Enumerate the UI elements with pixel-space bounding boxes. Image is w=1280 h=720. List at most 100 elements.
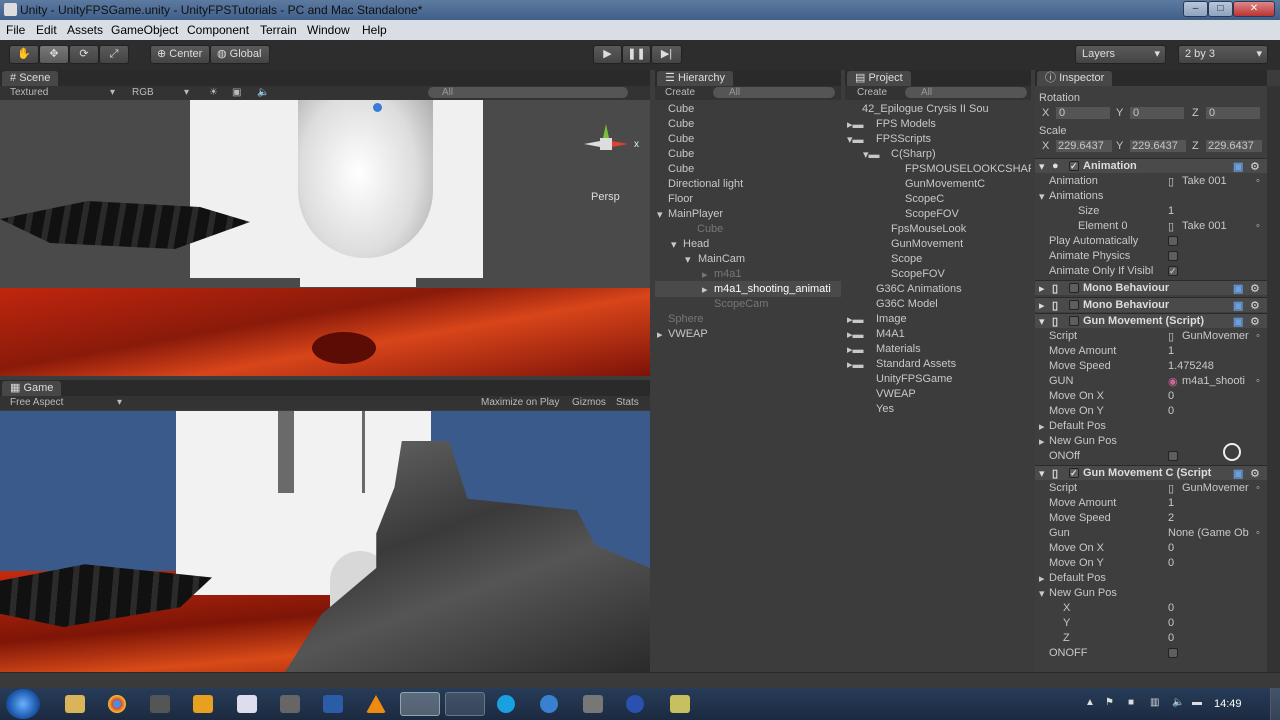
new-gun-pos-z-field[interactable]: 0 (1168, 632, 1174, 644)
list-item[interactable]: C(Sharp) (891, 148, 936, 160)
unity-icon[interactable] (400, 692, 440, 716)
animate-visible-checkbox[interactable]: ✓ (1168, 266, 1178, 276)
rotate-tool-button[interactable]: ⟳ (69, 45, 99, 64)
list-item[interactable]: FPSScripts (876, 133, 931, 145)
list-item[interactable]: G36C Model (876, 298, 938, 310)
menu-component[interactable]: Component (187, 23, 249, 37)
stats-toggle[interactable]: Stats (616, 397, 639, 408)
tab-project[interactable]: ▤ Project (847, 71, 911, 86)
explorer-icon[interactable] (65, 695, 85, 713)
move-on-y-field[interactable]: 0 (1168, 405, 1174, 417)
pivot-center-toggle[interactable]: ⊕ Center (150, 45, 210, 64)
close-button[interactable]: ✕ (1233, 1, 1275, 17)
start-button[interactable] (6, 689, 40, 719)
maximize-button[interactable]: □ (1208, 1, 1233, 17)
list-item[interactable]: 42_Epilogue Crysis II Sou (862, 103, 989, 115)
list-item[interactable]: GunMovement (891, 238, 963, 250)
notepad-icon[interactable] (237, 695, 257, 713)
list-item[interactable]: m4a1_shooting_animati (714, 283, 831, 295)
list-item[interactable]: Materials (876, 343, 921, 355)
scene-gizmo[interactable]: x (578, 120, 639, 180)
move-on-x-field[interactable]: 0 (1168, 390, 1174, 402)
gear-icon[interactable]: ⚙ (1250, 160, 1260, 173)
list-item[interactable]: Cube (668, 148, 694, 160)
menu-gameobject[interactable]: GameObject (111, 23, 178, 37)
tray-battery-icon[interactable]: ▬ (1192, 697, 1202, 708)
list-item[interactable]: Directional light (668, 178, 743, 190)
clock[interactable]: 14:49 (1214, 698, 1242, 710)
list-item[interactable]: Floor (668, 193, 693, 205)
list-item[interactable]: Head (683, 238, 709, 250)
photoshop-icon[interactable] (323, 695, 343, 713)
list-item[interactable]: Image (876, 313, 907, 325)
list-item[interactable]: MainPlayer (668, 208, 723, 220)
inspector-scrollbar[interactable] (1267, 86, 1280, 672)
tab-hierarchy[interactable]: ☰ Hierarchy (657, 71, 734, 86)
anim-field[interactable]: Take 001 (1182, 175, 1227, 187)
tray-up-arrow-icon[interactable]: ▲ (1085, 697, 1095, 708)
minimize-button[interactable]: – (1183, 1, 1208, 17)
render-mode-dropdown[interactable]: Textured (10, 87, 48, 98)
menu-terrain[interactable]: Terrain (260, 23, 297, 37)
gear-icon[interactable]: ⚙ (1250, 315, 1260, 328)
animate-physics-checkbox[interactable] (1168, 251, 1178, 261)
element0-field[interactable]: Take 001 (1182, 220, 1227, 232)
step-button[interactable]: ▶| (651, 45, 682, 64)
color-mode-dropdown[interactable]: RGB (132, 87, 154, 98)
layout-dropdown[interactable]: 2 by 3 ▾ (1178, 45, 1268, 64)
game-viewport[interactable] (0, 411, 650, 672)
mono-enabled-checkbox[interactable] (1069, 300, 1079, 310)
list-item[interactable]: Cube (668, 118, 694, 130)
vlc-icon[interactable] (366, 695, 386, 713)
object-picker-icon[interactable]: ◦ (1256, 330, 1260, 342)
rotation-x-field[interactable]: 0 (1056, 107, 1110, 119)
list-item[interactable]: UnityFPSGame (876, 373, 952, 385)
book-icon[interactable]: ▣ (1233, 467, 1243, 480)
scene-search-input[interactable]: All (428, 87, 628, 98)
gear-icon[interactable]: ⚙ (1250, 299, 1260, 312)
gizmos-toggle[interactable]: Gizmos (572, 397, 606, 408)
media-icon[interactable] (193, 695, 213, 713)
move-tool-button[interactable]: ✥ (39, 45, 69, 64)
list-item[interactable]: VWEAP (668, 328, 708, 340)
new-gun-pos-x-field[interactable]: 0 (1168, 602, 1174, 614)
move-amount-field[interactable]: 1 (1168, 345, 1174, 357)
list-item[interactable]: ScopeFOV (905, 208, 959, 220)
layers-dropdown[interactable]: Layers ▾ (1075, 45, 1166, 64)
tray-app-icon[interactable]: ■ (1128, 697, 1134, 708)
expand-arrow-icon[interactable]: ▾ (685, 253, 691, 266)
move-amount-field[interactable]: 1 (1168, 497, 1174, 509)
list-item[interactable]: FpsMouseLook (891, 223, 966, 235)
scene-viewport[interactable]: x Persp (0, 100, 650, 376)
tray-network-icon[interactable]: ▥ (1150, 697, 1159, 708)
move-speed-field[interactable]: 2 (1168, 512, 1174, 524)
tray-flag-icon[interactable]: ⚑ (1105, 697, 1114, 708)
scale-x-field[interactable]: 229.6437 (1056, 140, 1112, 152)
gun-movement-c-header[interactable]: ▾ ▯ ✓ Gun Movement C (Script ▣ ⚙ (1035, 465, 1267, 480)
list-item[interactable]: FPS Models (876, 118, 936, 130)
hierarchy-search-input[interactable]: All (713, 87, 835, 98)
script-field[interactable]: GunMovemer (1182, 330, 1249, 342)
size-field[interactable]: 1 (1168, 205, 1174, 217)
menu-file[interactable]: File (6, 23, 25, 37)
menu-edit[interactable]: Edit (36, 23, 57, 37)
list-item[interactable]: Cube (697, 223, 723, 235)
object-picker-icon[interactable]: ◦ (1256, 482, 1260, 494)
maximize-on-play-toggle[interactable]: Maximize on Play (481, 397, 559, 408)
object-picker-icon[interactable]: ◦ (1256, 375, 1260, 387)
list-item[interactable]: Sphere (668, 313, 703, 325)
pause-button[interactable]: ❚❚ (622, 45, 651, 64)
mono-enabled-checkbox[interactable] (1069, 283, 1079, 293)
tray-volume-icon[interactable]: 🔈 (1172, 697, 1184, 708)
expand-arrow-icon[interactable]: ▸ (702, 283, 708, 296)
book-icon[interactable]: ▣ (1233, 315, 1243, 328)
list-item[interactable]: Cube (668, 163, 694, 175)
list-item[interactable]: GunMovementC (905, 178, 985, 190)
mono-behaviour-header[interactable]: ▸ ▯ Mono Behaviour ▣ ⚙ (1035, 280, 1267, 295)
animation-enabled-checkbox[interactable]: ✓ (1069, 161, 1079, 171)
play-automatically-checkbox[interactable] (1168, 236, 1178, 246)
app-icon[interactable] (280, 695, 300, 713)
app-icon[interactable] (626, 695, 644, 713)
pivot-global-toggle[interactable]: ◍ Global (210, 45, 270, 64)
list-item[interactable]: Scope (891, 253, 922, 265)
